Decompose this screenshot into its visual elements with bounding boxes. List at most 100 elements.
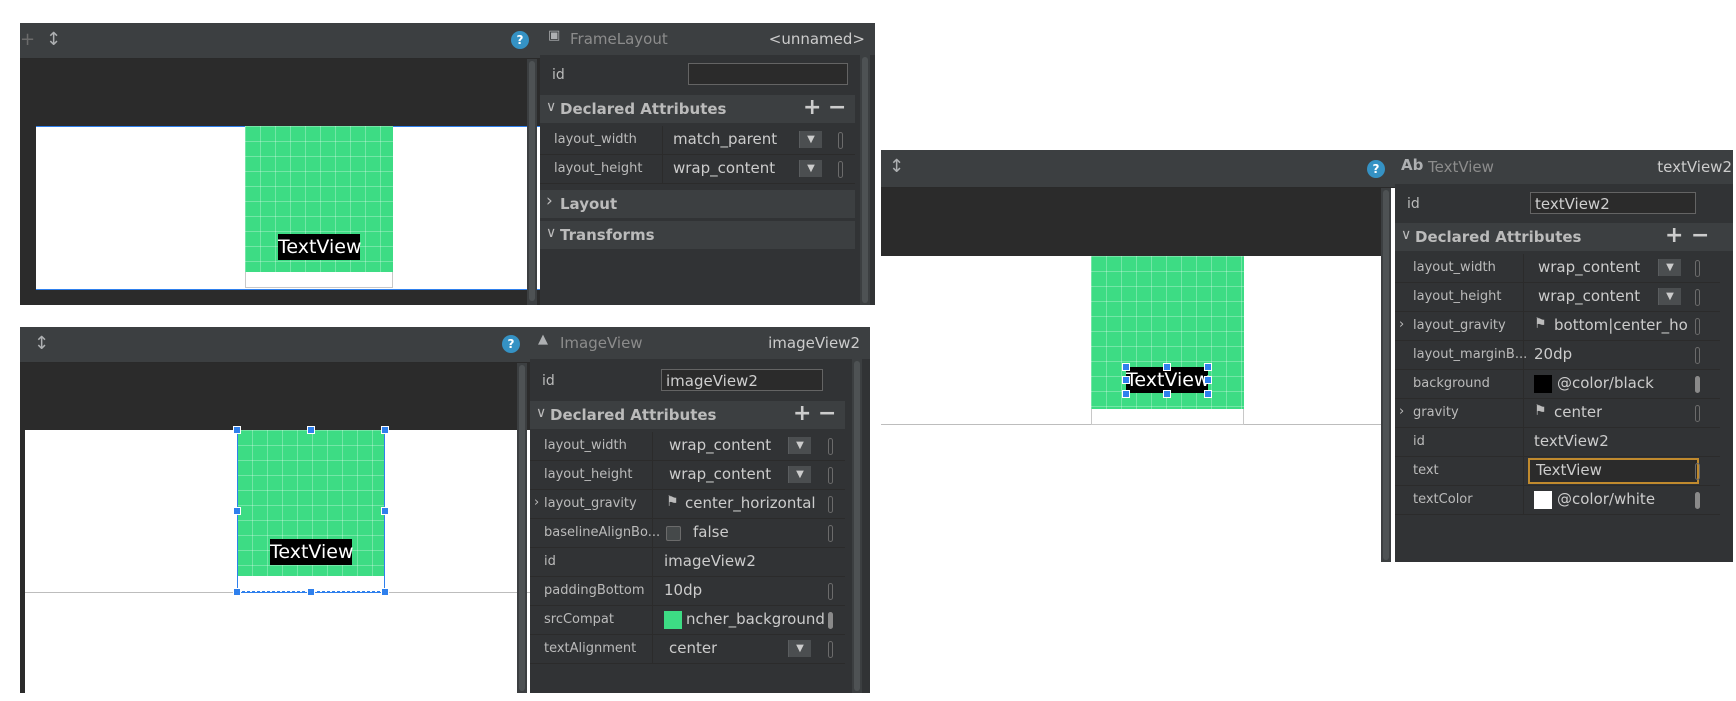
resource-picker-icon[interactable] (828, 525, 833, 542)
attribute-value[interactable]: wrap_content (669, 436, 771, 454)
color-swatch[interactable] (664, 611, 682, 629)
resource-picker-icon[interactable] (838, 132, 843, 149)
resize-handle[interactable] (381, 426, 389, 434)
resize-handle[interactable] (381, 588, 389, 596)
attribute-value[interactable]: center_horizontal (685, 494, 816, 512)
resource-picker-icon[interactable] (828, 467, 833, 484)
design-toolbar: + ↕ ? (20, 23, 540, 59)
attribute-label: layout_width (1413, 260, 1496, 275)
resize-handle[interactable] (307, 426, 315, 434)
attribute-value[interactable]: wrap_content (669, 465, 771, 483)
attributes-panel: ▲ ImageView imageView2 id imageView2 ∨ D… (530, 327, 870, 693)
attribute-value[interactable]: wrap_content (673, 159, 775, 177)
resize-vertical-icon[interactable]: ↕ (46, 29, 61, 50)
resource-picker-icon[interactable] (828, 438, 833, 455)
resize-handle[interactable] (1122, 363, 1130, 371)
add-attribute-icon[interactable]: + (793, 401, 811, 426)
declared-attributes-header[interactable]: ∨ Declared Attributes + − (1395, 223, 1733, 251)
resource-picker-icon[interactable] (828, 612, 833, 629)
attributes-scrollbar[interactable] (860, 55, 870, 305)
attribute-value[interactable]: 20dp (1534, 345, 1572, 363)
remove-attribute-icon[interactable]: − (828, 95, 846, 120)
attributes-scrollbar[interactable] (852, 359, 862, 693)
dropdown-icon[interactable]: ▼ (788, 437, 811, 454)
dropdown-icon[interactable]: ▼ (1658, 259, 1681, 276)
attribute-value[interactable]: textView2 (1534, 432, 1609, 450)
dropdown-icon[interactable]: ▼ (1658, 288, 1681, 305)
remove-attribute-icon[interactable]: − (1691, 223, 1709, 248)
color-swatch[interactable] (1534, 375, 1552, 393)
add-attribute-icon[interactable]: + (1665, 223, 1683, 248)
help-icon[interactable]: ? (511, 31, 529, 49)
chevron-right-icon[interactable]: › (534, 495, 539, 510)
resize-handle[interactable] (1204, 376, 1212, 384)
attribute-value[interactable]: wrap_content (1538, 287, 1640, 305)
resize-handle[interactable] (1122, 390, 1130, 398)
resize-handle[interactable] (1122, 376, 1130, 384)
resource-picker-icon[interactable] (828, 583, 833, 600)
textview-preview[interactable]: TextView (270, 539, 354, 565)
attribute-value[interactable]: center (1554, 403, 1602, 421)
resource-picker-icon[interactable] (828, 496, 833, 513)
dropdown-icon[interactable]: ▼ (788, 466, 811, 483)
resource-picker-icon[interactable] (1695, 405, 1700, 422)
chevron-right-icon[interactable]: › (1399, 404, 1404, 419)
resource-picker-icon[interactable] (1695, 492, 1700, 509)
dropdown-icon[interactable]: ▼ (788, 640, 811, 657)
color-swatch[interactable] (1534, 491, 1552, 509)
dropdown-icon[interactable]: ▼ (799, 131, 822, 148)
attribute-value[interactable]: bottom|center_hori (1554, 316, 1689, 334)
layout-section-header[interactable]: › Layout (540, 190, 855, 218)
canvas-scrollbar[interactable] (527, 59, 537, 305)
declared-attributes-header[interactable]: ∨ Declared Attributes + − (530, 401, 845, 429)
resize-handle[interactable] (1163, 390, 1171, 398)
attribute-value[interactable]: imageView2 (664, 552, 756, 570)
resource-picker-icon[interactable] (1695, 376, 1700, 393)
declared-attributes-header[interactable]: ∨ Declared Attributes + − (540, 95, 855, 123)
attribute-row: baselineAlignBo... false (530, 519, 845, 548)
resource-picker-icon[interactable] (1695, 289, 1700, 306)
resource-picker-icon[interactable] (838, 161, 843, 178)
id-input[interactable]: textView2 (1530, 192, 1696, 214)
resource-picker-icon[interactable] (1695, 260, 1700, 277)
canvas-scrollbar[interactable] (1381, 188, 1391, 562)
attribute-value[interactable]: match_parent (673, 130, 777, 148)
attribute-value[interactable]: center (669, 639, 717, 657)
id-input[interactable] (688, 63, 848, 85)
attribute-value[interactable]: @color/white (1557, 490, 1655, 508)
attribute-value[interactable]: @color/black (1557, 374, 1654, 392)
text-icon: Ab (1401, 156, 1424, 174)
resource-picker-icon[interactable] (828, 641, 833, 658)
resize-handle[interactable] (233, 588, 241, 596)
resize-vertical-icon[interactable]: ↕ (34, 333, 49, 354)
textview-preview[interactable]: TextView (278, 234, 362, 260)
resize-handle[interactable] (1204, 390, 1212, 398)
resize-handle[interactable] (381, 507, 389, 515)
add-attribute-icon[interactable]: + (803, 95, 821, 120)
id-input[interactable]: imageView2 (661, 369, 823, 391)
transforms-section-header[interactable]: ∨ Transforms (540, 221, 855, 249)
resource-picker-icon[interactable] (1695, 347, 1700, 364)
baseline-align-checkbox[interactable] (666, 526, 681, 541)
resize-handle[interactable] (1204, 363, 1212, 371)
resource-picker-icon[interactable] (1695, 318, 1700, 335)
dropdown-icon[interactable]: ▼ (799, 160, 822, 177)
help-icon[interactable]: ? (502, 335, 520, 353)
chevron-right-icon[interactable]: › (1399, 317, 1404, 332)
resize-icon[interactable]: + (20, 29, 35, 50)
remove-attribute-icon[interactable]: − (818, 401, 836, 426)
attribute-value[interactable]: wrap_content (1538, 258, 1640, 276)
canvas-scrollbar[interactable] (517, 363, 527, 693)
resource-picker-icon[interactable] (1695, 463, 1700, 480)
id-row: id textView2 (1395, 188, 1733, 220)
attribute-value[interactable]: TextView (1536, 461, 1602, 479)
attribute-value[interactable]: 10dp (664, 581, 702, 599)
help-icon[interactable]: ? (1367, 160, 1385, 178)
attribute-value[interactable]: ncher_background (686, 610, 825, 628)
resize-handle[interactable] (1163, 363, 1171, 371)
resize-handle[interactable] (307, 588, 315, 596)
resize-vertical-icon[interactable]: ↕ (889, 156, 904, 177)
attribute-label: baselineAlignBo... (544, 525, 661, 540)
resize-handle[interactable] (233, 507, 241, 515)
resize-handle[interactable] (233, 426, 241, 434)
